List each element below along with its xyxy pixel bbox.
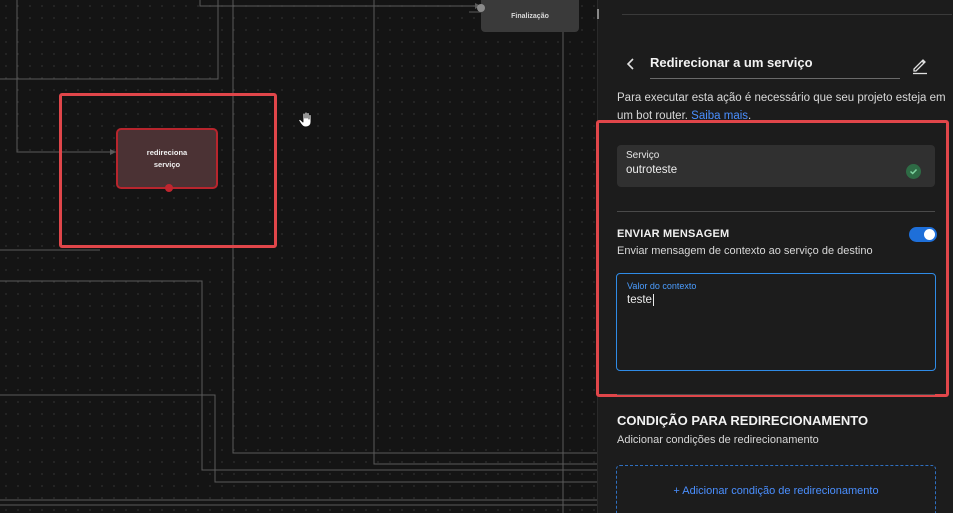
add-condition-button[interactable]: + Adicionar condição de redirecionamento — [616, 465, 936, 513]
edit-title-button[interactable] — [910, 55, 930, 75]
chevron-left-icon — [626, 58, 634, 70]
service-select[interactable]: Serviço outroteste — [617, 145, 935, 187]
panel-resize-handle[interactable] — [597, 9, 599, 19]
check-circle-icon — [906, 164, 921, 179]
node-finalizacao-label: Finalização — [511, 12, 549, 20]
action-title-field[interactable]: Redirecionar a um serviço — [650, 52, 900, 79]
text-caret — [652, 294, 654, 306]
send-message-description: Enviar mensagem de contexto ao serviço d… — [617, 245, 873, 257]
toggle-knob — [924, 229, 935, 240]
service-label: Serviço — [626, 150, 660, 161]
condition-title: CONDIÇÃO PARA REDIRECIONAMENTO — [617, 413, 869, 428]
context-value-label: Valor do contexto — [627, 281, 697, 291]
flow-canvas[interactable]: Finalização redireciona serviço — [0, 0, 597, 513]
info-text: Para executar esta ação é necessário que… — [617, 92, 946, 122]
service-value: outroteste — [626, 164, 678, 176]
selection-highlight — [59, 93, 277, 248]
send-message-toggle[interactable] — [909, 227, 937, 242]
back-button[interactable] — [622, 55, 640, 73]
flow-edges — [0, 0, 597, 513]
hand-cursor-icon — [298, 111, 312, 128]
context-value-text: teste — [627, 294, 654, 307]
condition-description: Adicionar condições de redirecionamento — [617, 434, 819, 446]
context-value-field[interactable]: Valor do contexto teste — [616, 273, 936, 371]
divider — [622, 14, 952, 15]
pencil-icon — [913, 59, 927, 75]
divider — [617, 394, 935, 395]
action-side-panel: Redirecionar a um serviço Para executar … — [596, 0, 953, 513]
node-input-port[interactable] — [477, 4, 485, 12]
divider — [617, 211, 935, 212]
learn-more-link[interactable]: Saiba mais — [691, 110, 748, 122]
node-finalizacao[interactable]: Finalização — [477, 0, 579, 32]
send-message-title: ENVIAR MENSAGEM — [617, 228, 730, 240]
